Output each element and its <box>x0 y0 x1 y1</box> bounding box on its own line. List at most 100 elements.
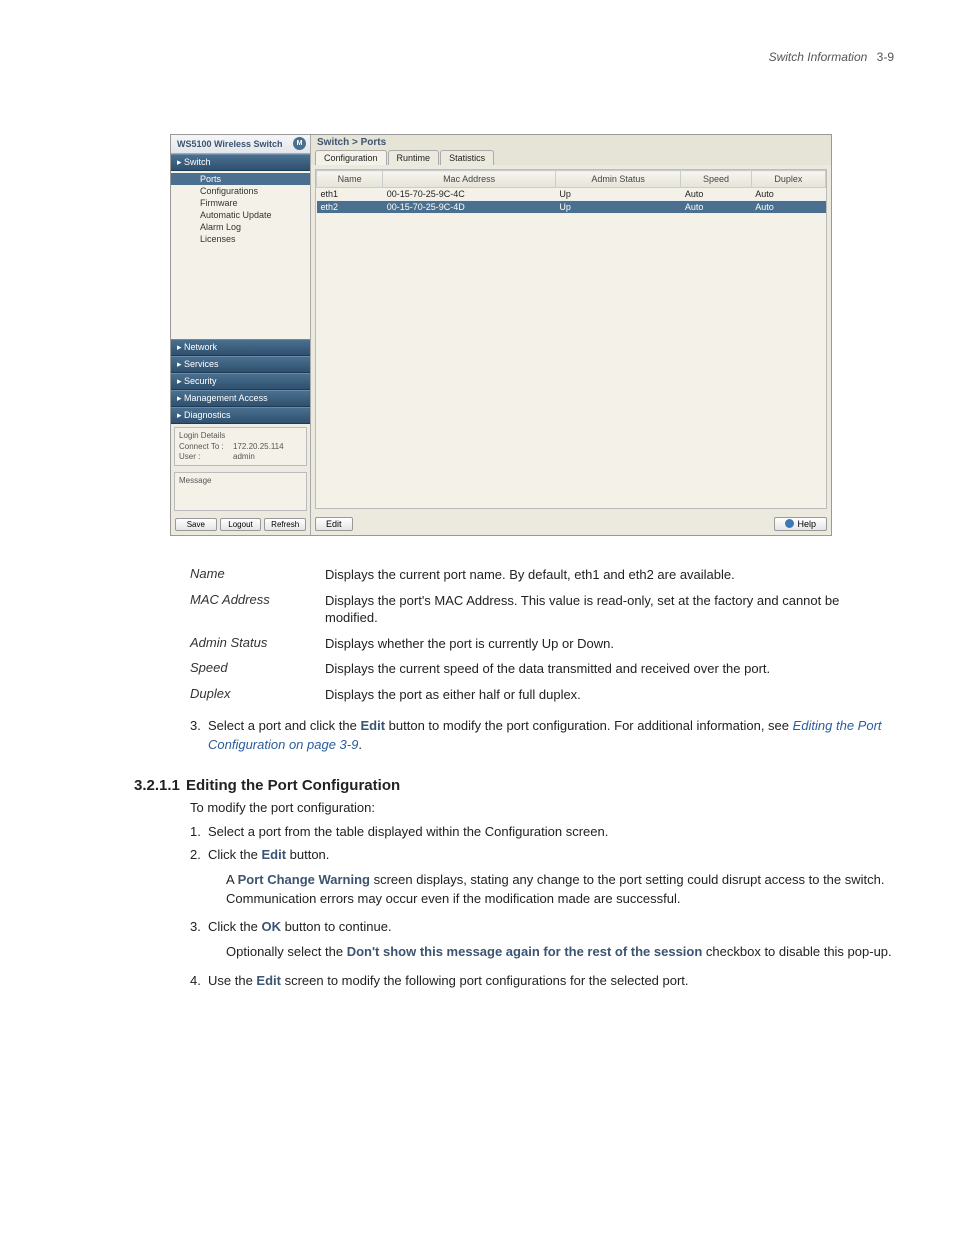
product-title: WS5100 Wireless Switch M <box>171 135 310 154</box>
refresh-button[interactable]: Refresh <box>264 518 306 531</box>
text: . <box>358 737 362 752</box>
save-button[interactable]: Save <box>175 518 217 531</box>
header-title: Switch Information <box>769 50 868 64</box>
nav-network[interactable]: ▸ Network <box>171 339 310 356</box>
tree-configurations[interactable]: Configurations <box>171 185 310 197</box>
step-text: Select a port from the table displayed w… <box>208 823 894 842</box>
tab-runtime[interactable]: Runtime <box>388 150 440 165</box>
def-term: Duplex <box>190 686 325 704</box>
procedure-steps: 1. Select a port from the table displaye… <box>190 823 894 991</box>
keyword-edit: Edit <box>360 718 385 733</box>
col-admin[interactable]: Admin Status <box>555 171 680 188</box>
col-speed[interactable]: Speed <box>681 171 751 188</box>
tab-statistics[interactable]: Statistics <box>440 150 494 165</box>
col-duplex[interactable]: Duplex <box>751 171 825 188</box>
tree-licenses[interactable]: Licenses <box>171 233 310 245</box>
tab-configuration[interactable]: Configuration <box>315 150 387 165</box>
connect-label: Connect To : <box>179 442 229 451</box>
def-term: MAC Address <box>190 592 325 627</box>
nav-switch[interactable]: ▸ Switch <box>171 154 310 171</box>
nav-mgmt[interactable]: ▸ Management Access <box>171 390 310 407</box>
cell-mac: 00-15-70-25-9C-4C <box>383 188 556 201</box>
def-desc: Displays the port as either half or full… <box>325 686 894 704</box>
keyword-edit: Edit <box>256 973 281 988</box>
login-details: Login Details Connect To :172.20.25.114 … <box>174 427 307 466</box>
def-desc: Displays the current speed of the data t… <box>325 660 894 678</box>
product-name: WS5100 Wireless Switch <box>177 139 282 149</box>
step-number: 3. <box>190 918 208 968</box>
cell-mac: 00-15-70-25-9C-4D <box>383 201 556 214</box>
table-row[interactable]: eth1 00-15-70-25-9C-4C Up Auto Auto <box>317 188 826 201</box>
tree-alarm-log[interactable]: Alarm Log <box>171 221 310 233</box>
connect-value: 172.20.25.114 <box>233 442 284 451</box>
keyword-warning: Port Change Warning <box>238 872 370 887</box>
cell-speed: Auto <box>681 201 751 214</box>
cell-duplex: Auto <box>751 201 825 214</box>
def-term: Admin Status <box>190 635 325 653</box>
text: button to modify the port configuration.… <box>385 718 793 733</box>
table-row[interactable]: eth2 00-15-70-25-9C-4D Up Auto Auto <box>317 201 826 214</box>
cell-name: eth1 <box>317 188 383 201</box>
nav-security[interactable]: ▸ Security <box>171 373 310 390</box>
step-number: 2. <box>190 846 208 915</box>
ports-table: Name Mac Address Admin Status Speed Dupl… <box>316 170 826 214</box>
def-desc: Displays whether the port is currently U… <box>325 635 894 653</box>
tree-ports[interactable]: Ports <box>171 173 310 185</box>
logout-button[interactable]: Logout <box>220 518 262 531</box>
col-name[interactable]: Name <box>317 171 383 188</box>
tree-auto-update[interactable]: Automatic Update <box>171 209 310 221</box>
update-icon <box>187 212 197 220</box>
text: button to continue. <box>281 919 392 934</box>
def-term: Speed <box>190 660 325 678</box>
def-desc: Displays the port's MAC Address. This va… <box>325 592 894 627</box>
app-screenshot: WS5100 Wireless Switch M ▸ Switch Ports … <box>170 134 832 536</box>
chip-icon <box>187 200 197 208</box>
section-number: 3.2.1.1 <box>134 777 186 794</box>
cell-admin: Up <box>555 201 680 214</box>
col-mac[interactable]: Mac Address <box>383 171 556 188</box>
tab-bar: Configuration Runtime Statistics <box>311 150 831 165</box>
page-header: Switch Information 3-9 <box>60 50 894 64</box>
section-heading: 3.2.1.1Editing the Port Configuration <box>134 777 894 794</box>
text: screen to modify the following port conf… <box>281 973 689 988</box>
keyword-dont-show: Don't show this message again for the re… <box>347 944 703 959</box>
text: Click the <box>208 847 261 862</box>
brand-logo-icon: M <box>293 137 306 150</box>
user-value: admin <box>233 452 255 461</box>
edit-button[interactable]: Edit <box>315 517 353 531</box>
nav-tree: Ports Configurations Firmware Automatic … <box>171 171 310 249</box>
cell-duplex: Auto <box>751 188 825 201</box>
step-3-paragraph: 3. Select a port and click the Edit butt… <box>190 717 894 755</box>
help-button[interactable]: Help <box>774 517 827 531</box>
text: button. <box>286 847 329 862</box>
tree-firmware[interactable]: Firmware <box>171 197 310 209</box>
key-icon <box>187 236 197 244</box>
text: Use the <box>208 973 256 988</box>
log-icon <box>187 224 197 232</box>
user-label: User : <box>179 452 229 461</box>
section-intro: To modify the port configuration: <box>190 800 894 815</box>
field-definitions: NameDisplays the current port name. By d… <box>190 566 894 703</box>
text: A <box>226 872 238 887</box>
nav-services[interactable]: ▸ Services <box>171 356 310 373</box>
def-term: Name <box>190 566 325 584</box>
cell-admin: Up <box>555 188 680 201</box>
message-box: Message <box>174 472 307 511</box>
cell-speed: Auto <box>681 188 751 201</box>
keyword-ok: OK <box>261 919 281 934</box>
message-title: Message <box>179 476 302 485</box>
breadcrumb: Switch > Ports <box>311 135 831 150</box>
cell-name: eth2 <box>317 201 383 214</box>
def-desc: Displays the current port name. By defau… <box>325 566 894 584</box>
text: checkbox to disable this pop-up. <box>702 944 891 959</box>
sidebar: WS5100 Wireless Switch M ▸ Switch Ports … <box>171 135 311 535</box>
text: Select a port and click the <box>208 718 360 733</box>
keyword-edit: Edit <box>261 847 286 862</box>
login-title: Login Details <box>179 431 302 440</box>
text: Optionally select the <box>226 944 347 959</box>
text: Click the <box>208 919 261 934</box>
section-title: Editing the Port Configuration <box>186 777 400 794</box>
header-page: 3-9 <box>877 50 894 64</box>
nav-diag[interactable]: ▸ Diagnostics <box>171 407 310 424</box>
folder-icon <box>187 188 197 196</box>
